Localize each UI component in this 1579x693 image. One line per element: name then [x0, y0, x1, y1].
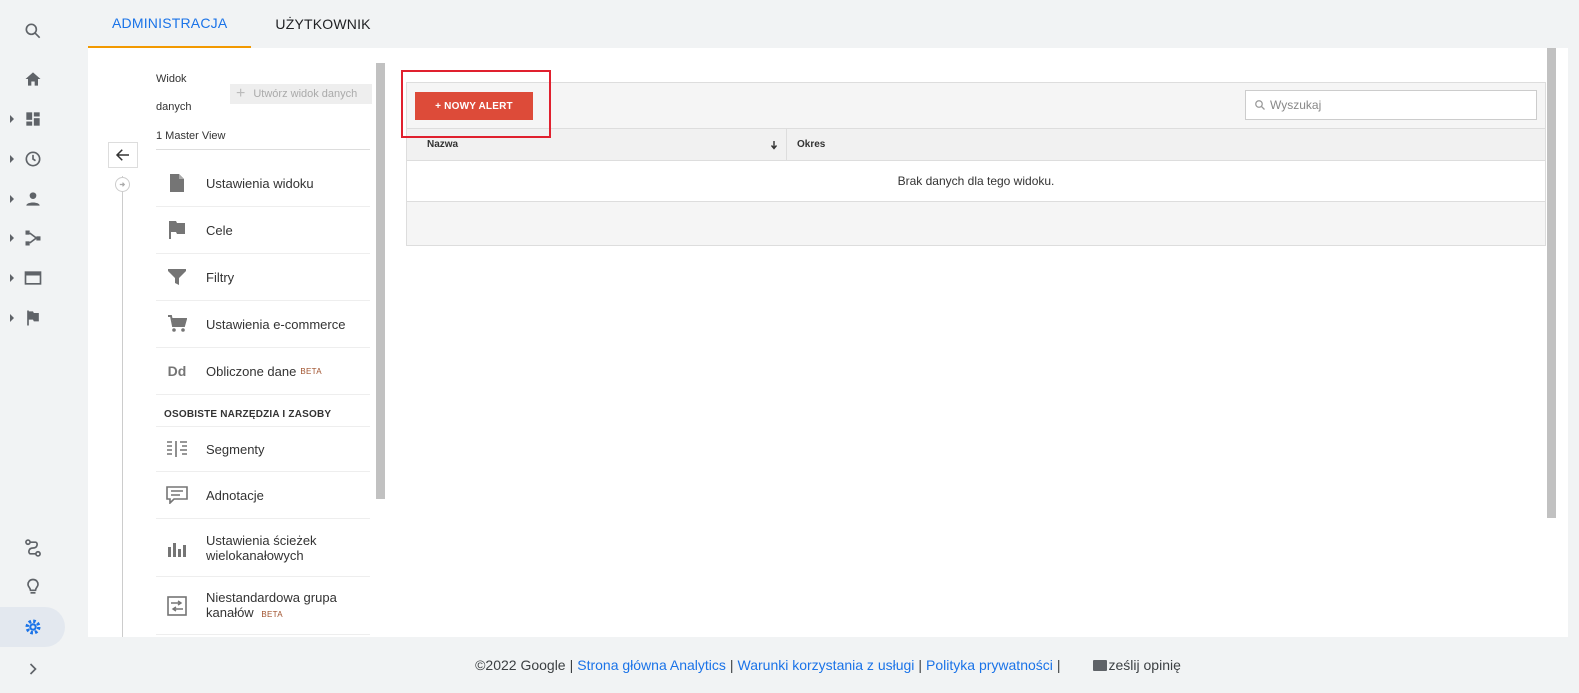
main-scrollbar[interactable]: [1547, 48, 1556, 518]
flag-icon[interactable]: [0, 298, 65, 338]
menu-item-segmenty[interactable]: Segmenty: [156, 426, 370, 472]
acquisition-icon[interactable]: [0, 218, 65, 258]
channel-group-icon: [164, 595, 190, 616]
menu-item-label: Obliczone dane: [206, 363, 297, 379]
link-privacy[interactable]: Polityka prywatności: [926, 657, 1053, 673]
flag-icon: [164, 220, 190, 240]
table-header: Nazwa Okres: [407, 128, 1545, 161]
menu-item-label: Ustawienia e-commerce: [206, 316, 346, 332]
menu-item-label: Cele: [206, 222, 233, 238]
new-alert-button[interactable]: + NOWY ALERT: [415, 92, 533, 120]
tree-node-icon: [115, 177, 130, 192]
document-icon: [164, 173, 190, 193]
sort-arrow-icon: [770, 140, 778, 150]
person-icon[interactable]: [0, 179, 65, 219]
menu-item-label: Filtry: [206, 269, 235, 285]
filter-icon: [164, 268, 190, 286]
gear-icon[interactable]: [0, 607, 65, 647]
path-icon[interactable]: [0, 528, 65, 568]
segments-icon: [164, 440, 190, 458]
menu-item-adnotacje[interactable]: Adnotacje: [156, 472, 370, 519]
tab-uzytkownik[interactable]: UŻYTKOWNIK: [251, 0, 394, 48]
chevron-right-icon[interactable]: [0, 649, 65, 689]
column-label: Nazwa: [427, 139, 459, 150]
column-header-okres[interactable]: Okres: [787, 129, 1545, 160]
link-terms[interactable]: Warunki korzystania z usługi: [738, 657, 915, 673]
column-header-nazwa[interactable]: Nazwa: [407, 129, 787, 160]
separator: |: [569, 657, 574, 673]
bar-chart-icon: [164, 539, 190, 557]
beta-badge: BETA: [261, 609, 283, 619]
cart-icon: [164, 315, 190, 333]
view-label-line2: danych: [156, 101, 192, 113]
empty-message: Brak danych dla tego widoku.: [407, 161, 1545, 202]
footer: ©2022 Google | Strona główna Analytics |…: [88, 637, 1568, 693]
send-feedback-button[interactable]: ześlij opinię: [1092, 657, 1181, 673]
column-label: Okres: [797, 139, 826, 150]
admin-tabs: ADMINISTRACJA UŻYTKOWNIK: [88, 0, 395, 48]
separator: |: [1056, 657, 1061, 673]
search-box: [1245, 90, 1537, 120]
behavior-icon[interactable]: [0, 258, 65, 298]
feedback-label: ześlij opinię: [1108, 657, 1181, 673]
copyright: ©2022 Google: [475, 657, 566, 673]
search-icon: [1255, 100, 1265, 110]
admin-panel: Widok danych + Utwórz widok danych 1 Mas…: [88, 48, 1568, 637]
view-settings-menu: Ustawienia widoku Cele Filtry Ustawienia…: [156, 160, 370, 635]
menu-item-ustawienia-ecommerce[interactable]: Ustawienia e-commerce: [156, 301, 370, 348]
menu-item-filtry[interactable]: Filtry: [156, 254, 370, 301]
home-icon[interactable]: [0, 59, 65, 99]
tab-administracja[interactable]: ADMINISTRACJA: [88, 0, 252, 48]
search-icon[interactable]: [0, 11, 65, 51]
menu-item-niestandardowa-grupa-kanalow[interactable]: Niestandardowa grupa kanałów BETA: [156, 577, 370, 635]
view-label-line1: Widok: [156, 73, 187, 85]
selected-view[interactable]: 1 Master View: [156, 130, 226, 142]
menu-item-label: Adnotacje: [206, 487, 264, 503]
menu-item-cele[interactable]: Cele: [156, 207, 370, 254]
plus-icon: +: [236, 85, 246, 102]
menu-item-label: Ustawienia ścieżek wielokanałowych: [206, 532, 317, 563]
left-nav-rail: [0, 0, 65, 693]
link-analytics-home[interactable]: Strona główna Analytics: [577, 657, 726, 673]
clock-icon[interactable]: [0, 139, 65, 179]
tree-line: [122, 176, 123, 637]
menu-item-sciezki-wielokanalowe[interactable]: Ustawienia ścieżek wielokanałowych: [156, 519, 370, 577]
menu-scrollbar[interactable]: [376, 63, 385, 499]
beta-badge: BETA: [300, 366, 322, 376]
create-view-button[interactable]: + Utwórz widok danych: [230, 84, 372, 104]
create-view-label: Utwórz widok danych: [253, 88, 358, 100]
search-input[interactable]: [1270, 98, 1530, 112]
divider: [156, 149, 370, 150]
section-title: OSOBISTE NARZĘDZIA I ZASOBY: [164, 409, 332, 420]
back-button[interactable]: [108, 142, 138, 168]
lightbulb-icon[interactable]: [0, 567, 65, 607]
annotation-icon: [164, 486, 190, 504]
separator: |: [918, 657, 923, 673]
separator: |: [729, 657, 734, 673]
menu-item-ustawienia-widoku[interactable]: Ustawienia widoku: [156, 160, 370, 207]
dashboard-icon[interactable]: [0, 99, 65, 139]
menu-item-label: Ustawienia widoku: [206, 175, 314, 191]
dd-icon: Dd: [167, 363, 187, 379]
menu-item-label: Segmenty: [206, 441, 265, 457]
menu-item-obliczone-dane[interactable]: Dd Obliczone dane BETA: [156, 348, 370, 395]
feedback-icon: [1092, 659, 1107, 671]
alerts-table: + NOWY ALERT Nazwa Okres Brak danych dla…: [406, 82, 1546, 246]
arrow-left-icon: [115, 149, 129, 161]
